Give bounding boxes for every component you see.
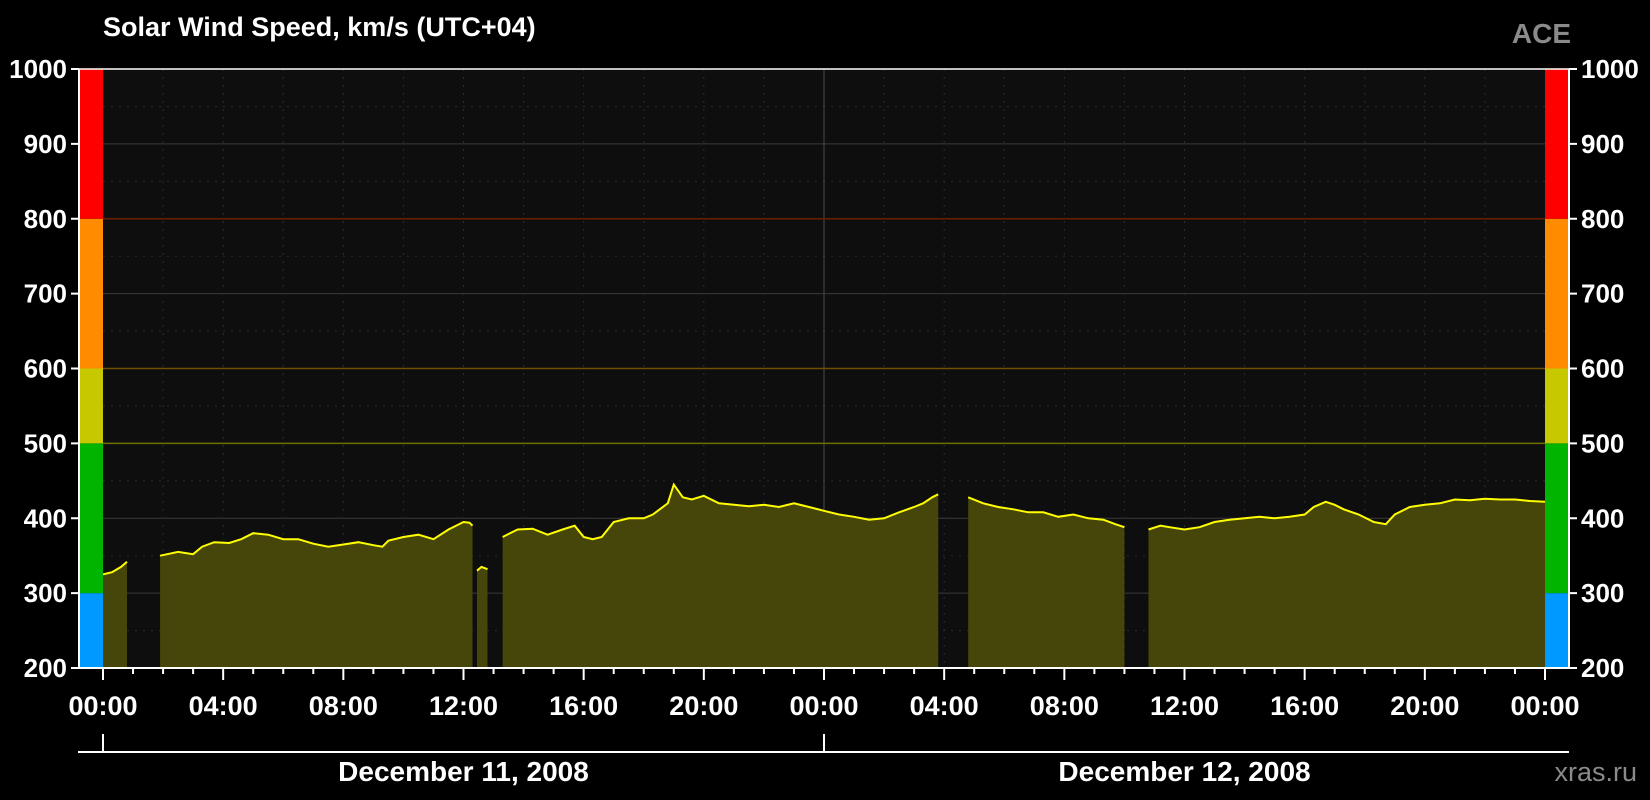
x-tick-label: 08:00 — [309, 691, 378, 721]
y-tick-label-right: 400 — [1581, 503, 1624, 533]
right-color-band-0 — [1545, 593, 1569, 668]
left-color-band-1 — [79, 443, 103, 594]
y-tick-label-left: 400 — [24, 503, 67, 533]
y-tick-label-left: 900 — [24, 129, 67, 159]
right-color-band-3 — [1545, 218, 1569, 369]
x-tick-label: 00:00 — [68, 691, 137, 721]
date-label: December 11, 2008 — [338, 756, 589, 787]
x-tick-label: 16:00 — [549, 691, 618, 721]
y-tick-label-left: 700 — [24, 279, 67, 309]
left-color-band-0 — [79, 593, 103, 668]
left-color-band-2 — [79, 368, 103, 444]
data-area-segment-0 — [103, 561, 127, 668]
y-tick-label-left: 300 — [24, 578, 67, 608]
left-color-band-3 — [79, 218, 103, 369]
x-tick-label: 00:00 — [1510, 691, 1579, 721]
right-color-band-4 — [1545, 69, 1569, 219]
x-tick-label: 20:00 — [1390, 691, 1459, 721]
y-tick-label-right: 900 — [1581, 129, 1624, 159]
y-tick-label-left: 200 — [24, 653, 67, 683]
data-area-segment-4 — [968, 497, 1125, 668]
x-tick-label: 04:00 — [910, 691, 979, 721]
left-color-band-4 — [79, 69, 103, 219]
right-color-band-1 — [1545, 443, 1569, 594]
x-tick-label: 00:00 — [789, 691, 858, 721]
solar-wind-chart: 200 200 300 300 400 400 500 500 600 600 700 700 800 8… — [9, 54, 1639, 787]
x-tick-label: 16:00 — [1270, 691, 1339, 721]
y-tick-label-left: 800 — [24, 204, 67, 234]
y-tick-label-right: 1000 — [1581, 54, 1639, 84]
y-tick-label-left: 500 — [24, 428, 67, 458]
y-tick-label-right: 200 — [1581, 653, 1624, 683]
y-tick-label-left: 1000 — [9, 54, 67, 84]
y-tick-label-left: 600 — [24, 354, 67, 384]
y-tick-label-right: 500 — [1581, 428, 1624, 458]
x-tick-label: 08:00 — [1030, 691, 1099, 721]
x-tick-label: 12:00 — [1150, 691, 1219, 721]
data-area-segment-2 — [477, 566, 488, 668]
x-tick-label: 04:00 — [189, 691, 258, 721]
y-tick-label-right: 700 — [1581, 279, 1624, 309]
y-tick-label-right: 300 — [1581, 578, 1624, 608]
right-color-band-2 — [1545, 368, 1569, 444]
y-tick-label-right: 600 — [1581, 354, 1624, 384]
date-label: December 12, 2008 — [1058, 756, 1310, 787]
y-tick-label-right: 800 — [1581, 204, 1624, 234]
x-tick-label: 20:00 — [669, 691, 738, 721]
x-tick-label: 12:00 — [429, 691, 498, 721]
